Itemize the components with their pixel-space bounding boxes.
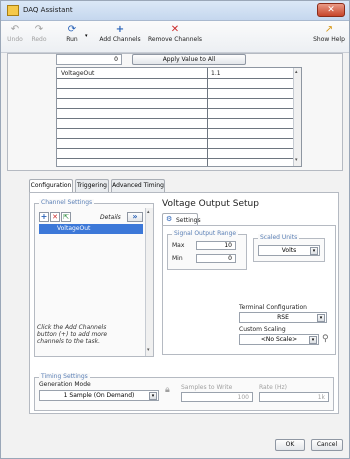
run-dropdown-icon[interactable]: ▾ [85,33,88,39]
daq-app-icon [7,5,19,16]
terminal-configuration-value: RSE [277,314,289,321]
grid-line [57,138,293,139]
max-input[interactable]: 10 [196,241,236,250]
timing-settings-group: Timing Settings Generation Mode 1 Sample… [34,373,334,411]
scroll-up-icon[interactable]: ▴ [147,209,150,215]
show-help-button[interactable]: ↗ Show Help [311,24,347,43]
voltage-output-setup-title: Voltage Output Setup [162,199,259,209]
scale-wizard-icon[interactable]: ⚲ [322,334,329,344]
grid-line [57,88,293,89]
channel-values-table: VoltageOut 1.1 ▴ ▾ [56,67,302,167]
chevron-down-icon[interactable]: ▾ [149,392,157,400]
close-button[interactable]: ✕ [317,3,345,17]
configuration-tab-panel: Channel Settings + ✕ ⇱ Details » Voltage… [29,192,339,414]
channel-settings-label: Channel Settings [39,199,95,206]
grid-line [57,98,293,99]
min-input[interactable]: 0 [196,254,236,263]
settings-panel: Signal Output Range Max 10 Min 0 Scaled … [162,225,336,355]
terminal-configuration-label: Terminal Configuration [239,304,307,311]
configuration-area: Configuration Triggering Advanced Timing… [23,179,345,417]
apply-value-input[interactable]: 0 [56,54,122,65]
column-divider [207,68,208,166]
selected-channel-item[interactable]: VoltageOut [39,224,143,234]
channel-list-scrollbar[interactable]: ▴ ▾ [145,208,153,356]
toolbar: ↶ Undo ↷ Redo ⟳ Run ▾ + Add Channels ✕ R… [1,21,349,53]
samples-to-write-label: Samples to Write [181,384,233,391]
table-row-name[interactable]: VoltageOut [61,70,94,77]
undo-icon: ↶ [10,24,20,35]
run-label: Run [66,36,78,43]
settings-icon: ⚙ [166,215,173,223]
generation-mode-value: 1 Sample (On Demand) [63,392,135,399]
max-label: Max [172,242,185,249]
window-title: DAQ Assistant [23,6,73,14]
help-arrow-icon: ↗ [324,24,334,35]
generation-mode-select[interactable]: 1 Sample (On Demand) ▾ [39,390,159,401]
undo-button[interactable]: ↶ Undo [5,24,25,43]
redo-button[interactable]: ↷ Redo [29,24,49,43]
remove-channels-button[interactable]: ✕ Remove Channels [147,24,203,43]
generation-mode-label: Generation Mode [39,381,91,388]
remove-channels-label: Remove Channels [147,36,202,43]
scaled-units-group: Scaled Units Volts ▾ [253,234,325,262]
title-bar: DAQ Assistant ✕ [1,1,349,21]
min-label: Min [172,255,183,262]
scroll-down-icon[interactable]: ▾ [147,347,150,353]
tab-triggering[interactable]: Triggering [75,179,109,192]
signal-output-range-label: Signal Output Range [172,230,239,237]
add-channel-icon[interactable]: + [39,212,49,222]
chevron-down-icon[interactable]: ▾ [317,314,325,322]
undo-label: Undo [7,36,23,43]
ok-button[interactable]: OK [275,439,305,451]
scaled-units-label: Scaled Units [258,234,300,241]
table-row-value[interactable]: 1.1 [211,70,221,77]
settings-subtab-label: Settings [176,217,201,224]
tab-configuration[interactable]: Configuration [29,179,73,193]
settings-subtab[interactable]: ⚙ Settings [162,213,201,225]
grid-line [57,128,293,129]
chevron-down-icon[interactable]: ▾ [310,247,318,255]
chevron-down-icon[interactable]: ▾ [309,336,317,344]
table-scrollbar[interactable]: ▴ ▾ [293,68,301,166]
custom-scaling-select[interactable]: <No Scale> ▾ [239,334,319,345]
grid-line [57,78,293,79]
plus-icon: + [115,24,125,35]
grid-line [57,148,293,149]
scroll-down-icon[interactable]: ▾ [295,157,298,163]
rate-label: Rate (Hz) [259,384,288,391]
custom-scaling-value: <No Scale> [260,336,298,343]
add-channels-label: Add Channels [99,36,141,43]
daq-assistant-window: DAQ Assistant ✕ ↶ Undo ↷ Redo ⟳ Run ▾ + … [0,0,350,459]
terminal-configuration-select[interactable]: RSE ▾ [239,312,327,323]
channel-view-icon[interactable]: ⇱ [61,212,71,222]
redo-label: Redo [31,36,47,43]
scaled-units-select[interactable]: Volts ▾ [258,245,320,256]
details-expand-button[interactable]: » [127,212,143,222]
x-icon: ✕ [170,24,180,35]
timing-settings-label: Timing Settings [39,373,90,380]
scroll-up-icon[interactable]: ▴ [295,69,298,75]
channel-settings-group: Channel Settings + ✕ ⇱ Details » Voltage… [34,199,154,357]
run-icon: ⟳ [67,24,77,35]
redo-icon: ↷ [34,24,44,35]
details-label: Details [100,214,121,221]
channel-hint-text: Click the Add Channels button (+) to add… [37,324,108,345]
run-button[interactable]: ⟳ Run [59,24,85,43]
rate-input[interactable]: 1k [259,392,329,402]
grid-line [57,118,293,119]
apply-value-to-all-button[interactable]: Apply Value to All [132,54,246,65]
show-help-label: Show Help [313,36,345,43]
lock-icon: 🔒︎ [165,385,170,395]
channel-values-panel: 0 Apply Value to All VoltageOut 1.1 ▴ ▾ [7,53,343,171]
remove-channel-icon[interactable]: ✕ [50,212,60,222]
samples-to-write-input[interactable]: 100 [181,392,253,402]
scaled-units-value: Volts [281,247,297,254]
add-channels-button[interactable]: + Add Channels [97,24,143,43]
signal-output-range-group: Signal Output Range Max 10 Min 0 [167,230,247,270]
custom-scaling-label: Custom Scaling [239,326,286,333]
grid-line [57,108,293,109]
tab-advanced-timing[interactable]: Advanced Timing [111,179,165,192]
grid-line [57,158,293,159]
cancel-button[interactable]: Cancel [311,439,343,451]
